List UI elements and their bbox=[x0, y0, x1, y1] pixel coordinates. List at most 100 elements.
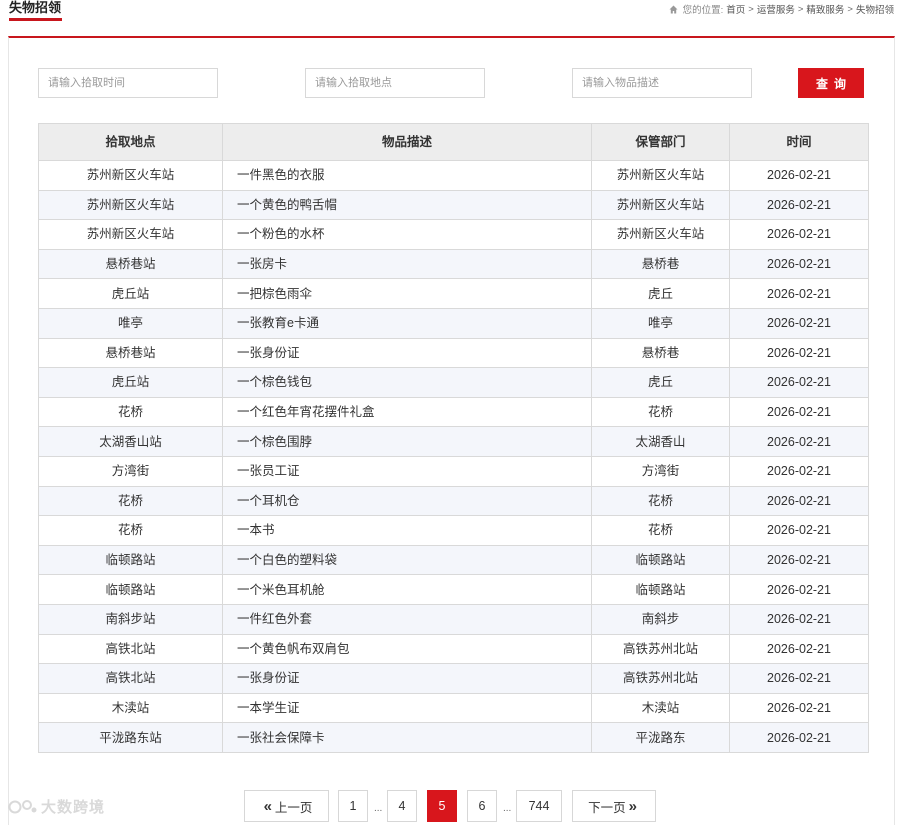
column-header-department: 保管部门 bbox=[591, 123, 730, 161]
cell-time: 2026-02-21 bbox=[729, 426, 869, 457]
breadcrumb-separator: > bbox=[847, 3, 853, 15]
table-row: 南斜步站 一件红色外套 南斜步 2026-02-21 bbox=[38, 603, 869, 635]
page-button-first[interactable]: 1 bbox=[338, 790, 368, 822]
cell-department: 高铁苏州北站 bbox=[591, 663, 730, 694]
table-row: 木渎站 一本学生证 木渎站 2026-02-21 bbox=[38, 692, 869, 724]
cell-department: 平泷路东 bbox=[591, 722, 730, 753]
cell-department: 方湾街 bbox=[591, 455, 730, 487]
query-button[interactable]: 查询 bbox=[798, 68, 864, 98]
cell-description: 一张员工证 bbox=[222, 455, 592, 487]
breadcrumb-current: 失物招领 bbox=[855, 5, 894, 16]
cell-department: 花桥 bbox=[591, 396, 730, 428]
title-underline bbox=[9, 18, 62, 21]
cell-description: 一本学生证 bbox=[222, 692, 592, 724]
cell-place: 悬桥巷站 bbox=[38, 248, 223, 280]
cell-place: 太湖香山站 bbox=[38, 426, 223, 457]
cell-place: 苏州新区火车站 bbox=[38, 189, 223, 221]
cell-place: 方湾街 bbox=[38, 455, 223, 487]
cell-description: 一件黑色的衣服 bbox=[222, 160, 592, 191]
page-button-after[interactable]: 6 bbox=[467, 790, 497, 822]
table-row: 临顿路站 一个白色的塑料袋 临顿路站 2026-02-21 bbox=[38, 544, 869, 576]
cell-place: 高铁北站 bbox=[38, 633, 223, 665]
cell-description: 一个棕色钱包 bbox=[222, 367, 592, 398]
page-button-current[interactable]: 5 bbox=[427, 790, 457, 822]
table-header-row: 拾取地点 物品描述 保管部门 时间 bbox=[38, 123, 869, 161]
cell-description: 一本书 bbox=[222, 515, 592, 546]
table-row: 虎丘站 一把棕色雨伞 虎丘 2026-02-21 bbox=[38, 278, 869, 309]
cell-description: 一把棕色雨伞 bbox=[222, 278, 592, 309]
page-title: 失物招领 bbox=[9, 0, 62, 15]
breadcrumb-services[interactable]: 精致服务 bbox=[806, 2, 844, 16]
location-label: 您的位置: bbox=[682, 5, 724, 16]
cell-description: 一张社会保障卡 bbox=[222, 722, 592, 753]
table-row: 花桥 一个耳机仓 花桥 2026-02-21 bbox=[38, 485, 869, 517]
pickup-time-input[interactable] bbox=[38, 68, 218, 98]
table-row: 悬桥巷站 一张身份证 悬桥巷 2026-02-21 bbox=[38, 337, 869, 369]
breadcrumb-operations[interactable]: 运营服务 bbox=[757, 2, 795, 16]
table-row: 平泷路东站 一张社会保障卡 平泷路东 2026-02-21 bbox=[38, 722, 869, 753]
cell-time: 2026-02-21 bbox=[729, 396, 869, 428]
lost-found-table: 拾取地点 物品描述 保管部门 时间 苏州新区火车站 一件黑色的衣服 苏州新区火车站 2… bbox=[38, 123, 869, 753]
cell-time: 2026-02-21 bbox=[729, 692, 869, 724]
double-chevron-right-icon: » bbox=[628, 797, 637, 815]
table-row: 高铁北站 一张身份证 高铁苏州北站 2026-02-21 bbox=[38, 663, 869, 694]
table-row: 悬桥巷站 一张房卡 悬桥巷 2026-02-21 bbox=[38, 248, 869, 280]
cell-time: 2026-02-21 bbox=[729, 189, 869, 221]
table-row: 高铁北站 一个黄色帆布双肩包 高铁苏州北站 2026-02-21 bbox=[38, 633, 869, 665]
item-description-input[interactable] bbox=[572, 68, 752, 98]
pickup-place-input[interactable] bbox=[305, 68, 485, 98]
cell-time: 2026-02-21 bbox=[729, 574, 869, 605]
cell-place: 花桥 bbox=[38, 515, 223, 546]
cell-description: 一个红色年宵花摆件礼盒 bbox=[222, 396, 592, 428]
cell-department: 太湖香山 bbox=[591, 426, 730, 457]
watermark-logo-icon bbox=[8, 799, 37, 813]
cell-time: 2026-02-21 bbox=[729, 485, 869, 517]
cell-time: 2026-02-21 bbox=[729, 160, 869, 191]
breadcrumb-home[interactable]: 首页 bbox=[726, 2, 745, 16]
table-row: 花桥 一本书 花桥 2026-02-21 bbox=[38, 515, 869, 546]
table-row: 唯亭 一张教育e卡通 唯亭 2026-02-21 bbox=[38, 307, 869, 339]
cell-time: 2026-02-21 bbox=[729, 663, 869, 694]
cell-place: 唯亭 bbox=[38, 307, 223, 339]
cell-place: 悬桥巷站 bbox=[38, 337, 223, 369]
cell-description: 一件红色外套 bbox=[222, 603, 592, 635]
cell-place: 木渎站 bbox=[38, 692, 223, 724]
cell-place: 苏州新区火车站 bbox=[38, 219, 223, 250]
cell-time: 2026-02-21 bbox=[729, 455, 869, 487]
cell-description: 一张身份证 bbox=[222, 337, 592, 369]
cell-department: 花桥 bbox=[591, 485, 730, 517]
cell-description: 一个耳机仓 bbox=[222, 485, 592, 517]
cell-department: 南斜步 bbox=[591, 603, 730, 635]
cell-place: 南斜步站 bbox=[38, 603, 223, 635]
watermark: 大数跨境 bbox=[8, 796, 105, 817]
cell-place: 临顿路站 bbox=[38, 544, 223, 576]
cell-time: 2026-02-21 bbox=[729, 603, 869, 635]
cell-description: 一个粉色的水杯 bbox=[222, 219, 592, 250]
double-chevron-left-icon: « bbox=[263, 797, 272, 815]
breadcrumb-separator: > bbox=[748, 3, 754, 15]
cell-place: 花桥 bbox=[38, 396, 223, 428]
cell-department: 临顿路站 bbox=[591, 544, 730, 576]
cell-place: 花桥 bbox=[38, 485, 223, 517]
cell-department: 花桥 bbox=[591, 515, 730, 546]
pagination: « 上一页 1 ... 4 5 6 ... 744 下一页 » bbox=[0, 790, 900, 822]
cell-description: 一个棕色围脖 bbox=[222, 426, 592, 457]
page-button-last[interactable]: 744 bbox=[516, 790, 562, 822]
cell-description: 一个白色的塑料袋 bbox=[222, 544, 592, 576]
table-row: 苏州新区火车站 一件黑色的衣服 苏州新区火车站 2026-02-21 bbox=[38, 160, 869, 191]
cell-description: 一张房卡 bbox=[222, 248, 592, 280]
column-header-time: 时间 bbox=[729, 123, 869, 161]
prev-page-button[interactable]: « 上一页 bbox=[244, 790, 329, 822]
breadcrumb-separator: > bbox=[797, 3, 804, 15]
cell-place: 苏州新区火车站 bbox=[38, 160, 223, 191]
table-body: 苏州新区火车站 一件黑色的衣服 苏州新区火车站 2026-02-21 苏州新区火车站 一个… bbox=[38, 160, 869, 753]
cell-time: 2026-02-21 bbox=[729, 278, 869, 309]
table-row: 临顿路站 一个米色耳机舱 临顿路站 2026-02-21 bbox=[38, 574, 869, 605]
pagination-ellipsis: ... bbox=[374, 803, 383, 814]
next-page-button[interactable]: 下一页 » bbox=[572, 790, 656, 822]
cell-place: 平泷路东站 bbox=[38, 722, 223, 753]
cell-time: 2026-02-21 bbox=[729, 367, 869, 398]
page-button-before[interactable]: 4 bbox=[387, 790, 417, 822]
table-row: 花桥 一个红色年宵花摆件礼盒 花桥 2026-02-21 bbox=[38, 396, 869, 428]
cell-department: 唯亭 bbox=[591, 307, 730, 339]
